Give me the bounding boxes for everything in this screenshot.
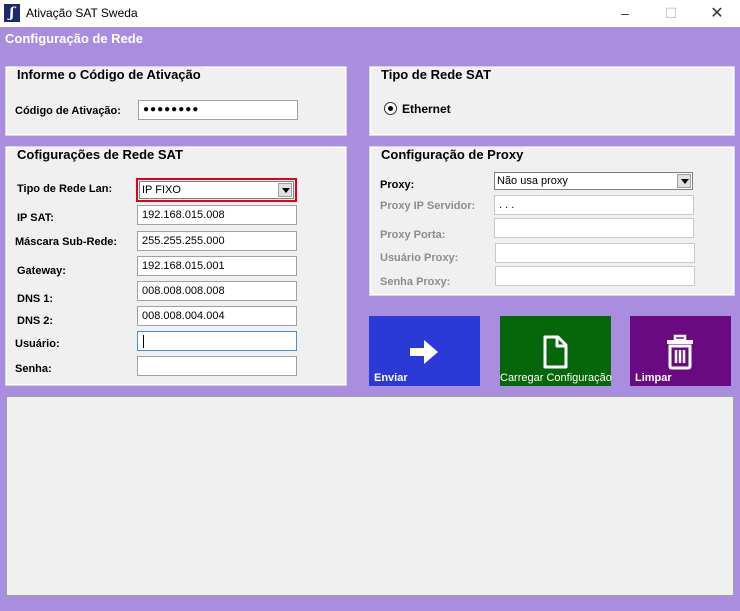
lan-type-value: IP FIXO	[142, 184, 181, 196]
chevron-down-icon	[278, 183, 292, 197]
arrow-right-icon	[410, 340, 438, 364]
proxy-select[interactable]: Não usa proxy	[494, 172, 693, 190]
text-caret	[143, 334, 144, 348]
chevron-down-icon	[677, 174, 691, 188]
proxy-port-input[interactable]	[494, 218, 694, 238]
ethernet-radio[interactable]	[384, 102, 397, 115]
send-button[interactable]: Enviar	[369, 316, 480, 386]
user-label: Usuário:	[15, 338, 60, 350]
clear-button[interactable]: Limpar	[630, 316, 731, 386]
clear-button-label: Limpar	[635, 372, 672, 384]
sat-network-type-group: Tipo de Rede SAT Ethernet	[369, 66, 735, 136]
proxy-user-input[interactable]	[495, 243, 695, 263]
dns1-label: DNS 1:	[17, 293, 54, 305]
network-config-group: Cofigurações de Rede SAT Tipo de Rede La…	[5, 146, 347, 386]
ip-sat-label: IP SAT:	[17, 212, 54, 224]
password-label: Senha:	[15, 363, 52, 375]
user-input[interactable]	[137, 331, 297, 351]
gateway-label: Gateway:	[17, 265, 66, 277]
proxy-label: Proxy:	[380, 179, 415, 191]
proxy-password-label: Senha Proxy:	[380, 276, 451, 288]
maximize-button[interactable]: ☐	[648, 0, 694, 27]
proxy-port-label: Proxy Porta:	[380, 229, 446, 241]
close-button[interactable]: ✕	[694, 0, 740, 27]
proxy-group-title: Configuração de Proxy	[379, 147, 526, 162]
load-config-button[interactable]: Carregar Configuração	[500, 316, 612, 386]
lan-type-label: Tipo de Rede Lan:	[17, 183, 113, 195]
proxy-group: Configuração de Proxy Proxy: Não usa pro…	[369, 146, 735, 296]
subnet-mask-input[interactable]: 255.255.255.000	[137, 231, 297, 251]
window-title: Ativação SAT Sweda	[26, 6, 138, 20]
proxy-value: Não usa proxy	[497, 175, 568, 187]
proxy-server-label: Proxy IP Servidor:	[380, 200, 476, 212]
sweda-logo-icon: ʃ	[4, 4, 20, 22]
dns2-label: DNS 2:	[17, 315, 54, 327]
network-config-title: Cofigurações de Rede SAT	[15, 147, 185, 162]
proxy-server-input[interactable]: . . .	[494, 195, 694, 215]
activation-code-input[interactable]: ●●●●●●●●	[138, 100, 298, 120]
ip-sat-input[interactable]: 192.168.015.008	[137, 205, 297, 225]
send-button-label: Enviar	[374, 372, 408, 384]
lan-type-select[interactable]: IP FIXO	[136, 178, 297, 202]
activation-group-title: Informe o Código de Ativação	[15, 67, 203, 82]
activation-group: Informe o Código de Ativação Código de A…	[5, 66, 347, 136]
load-config-button-label: Carregar Configuração	[500, 372, 612, 384]
password-input[interactable]	[137, 356, 297, 376]
activation-code-label: Código de Ativação:	[15, 105, 121, 117]
proxy-password-input[interactable]	[495, 266, 695, 286]
page-title: Configuração de Rede	[5, 31, 143, 46]
minimize-button[interactable]: –	[602, 0, 648, 27]
trash-icon	[667, 334, 693, 370]
document-icon	[543, 335, 568, 369]
output-log-area[interactable]	[6, 396, 734, 596]
ethernet-label[interactable]: Ethernet	[402, 102, 451, 116]
dns2-input[interactable]: 008.008.004.004	[137, 306, 297, 326]
subnet-mask-label: Máscara Sub-Rede:	[15, 236, 118, 248]
dns1-input[interactable]: 008.008.008.008	[137, 281, 297, 301]
gateway-input[interactable]: 192.168.015.001	[137, 256, 297, 276]
sat-network-type-title: Tipo de Rede SAT	[379, 67, 494, 82]
title-bar: ʃ Ativação SAT Sweda – ☐ ✕	[0, 0, 740, 27]
proxy-user-label: Usuário Proxy:	[380, 252, 459, 264]
